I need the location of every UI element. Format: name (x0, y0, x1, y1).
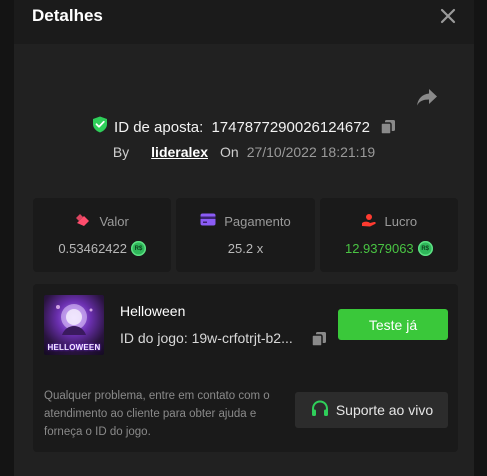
stat-valor: Valor 0.53462422 R$ (33, 198, 172, 272)
copy-icon[interactable] (380, 119, 396, 135)
live-support-button[interactable]: Suporte ao vivo (295, 392, 448, 428)
on-label: On (220, 144, 239, 160)
modal-title: Detalhes (32, 6, 103, 25)
by-label: By (112, 144, 130, 160)
share-icon[interactable] (415, 86, 439, 108)
stake-icon (75, 213, 91, 230)
bet-datetime: 27/10/2022 18:21:19 (246, 144, 376, 160)
stat-lucro-value: 12.9379063 (344, 241, 414, 256)
game-panel: HELLOWEEN Helloween ID do jogo: 19w-crfo… (33, 284, 458, 452)
close-icon[interactable] (438, 6, 458, 26)
game-thumbnail-label: HELLOWEEN (47, 343, 101, 352)
try-game-button[interactable]: Teste já (338, 309, 448, 340)
stat-lucro: Lucro 12.9379063 R$ (319, 198, 458, 272)
stat-valor-label: Valor (99, 214, 129, 229)
bet-id-value: 174787729002612467​2 (211, 118, 370, 136)
verified-shield-icon (92, 116, 108, 138)
game-id: ID do jogo: 19w-crfotrjt-b2... (120, 330, 293, 346)
username-link[interactable]: lideralex (151, 144, 208, 160)
help-text: Qualquer problema, entre em contato com … (44, 390, 270, 438)
stat-pagamento: Pagamento 25.2 x (176, 198, 315, 272)
stat-valor-value: 0.53462422 (58, 241, 127, 256)
modal-header: Detalhes (14, 0, 474, 44)
bet-details-modal: Detalhes ID de aposta: 17478772900261246… (14, 0, 474, 476)
stat-pagamento-value: 25.2 x (227, 241, 264, 256)
headset-icon (310, 399, 330, 422)
live-support-label: Suporte ao vivo (335, 402, 434, 418)
profit-icon (361, 213, 377, 230)
bet-id-text: ID de aposta: 174787729002612467​2 (114, 119, 370, 136)
stats-row: Valor 0.53462422 R$ Pagamento 25.2 x Luc… (33, 198, 458, 272)
game-name: Helloween (120, 303, 186, 319)
stat-pagamento-label: Pagamento (224, 213, 291, 229)
currency-coin-icon: R$ (131, 241, 146, 256)
bet-id-row: ID de aposta: 174787729002612467​2 (14, 116, 474, 138)
stat-lucro-label: Lucro (384, 214, 418, 229)
card-icon (200, 213, 216, 229)
game-thumbnail[interactable]: HELLOWEEN (44, 295, 104, 355)
bet-id-label: ID de aposta: (114, 118, 204, 136)
bet-meta-row: By lideralex On 27/10/2022 18:21:19 (14, 144, 474, 164)
currency-coin-icon: R$ (417, 241, 433, 256)
copy-game-id-icon[interactable] (311, 331, 327, 347)
